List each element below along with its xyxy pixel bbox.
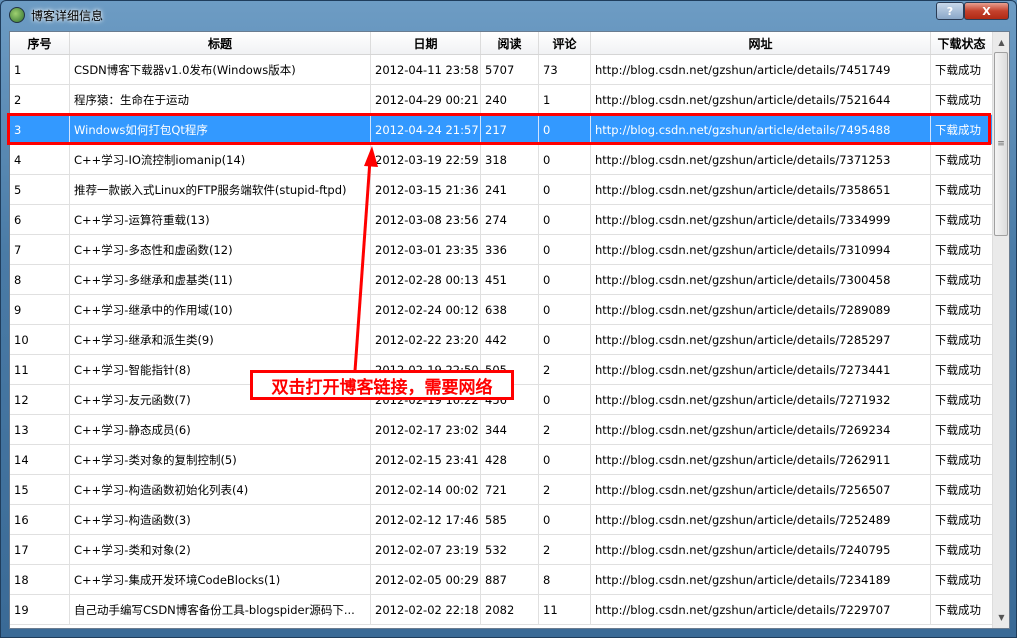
annotation-arrow-icon xyxy=(353,146,378,372)
annotation-callout: 双击打开博客链接，需要网络 xyxy=(250,370,514,400)
